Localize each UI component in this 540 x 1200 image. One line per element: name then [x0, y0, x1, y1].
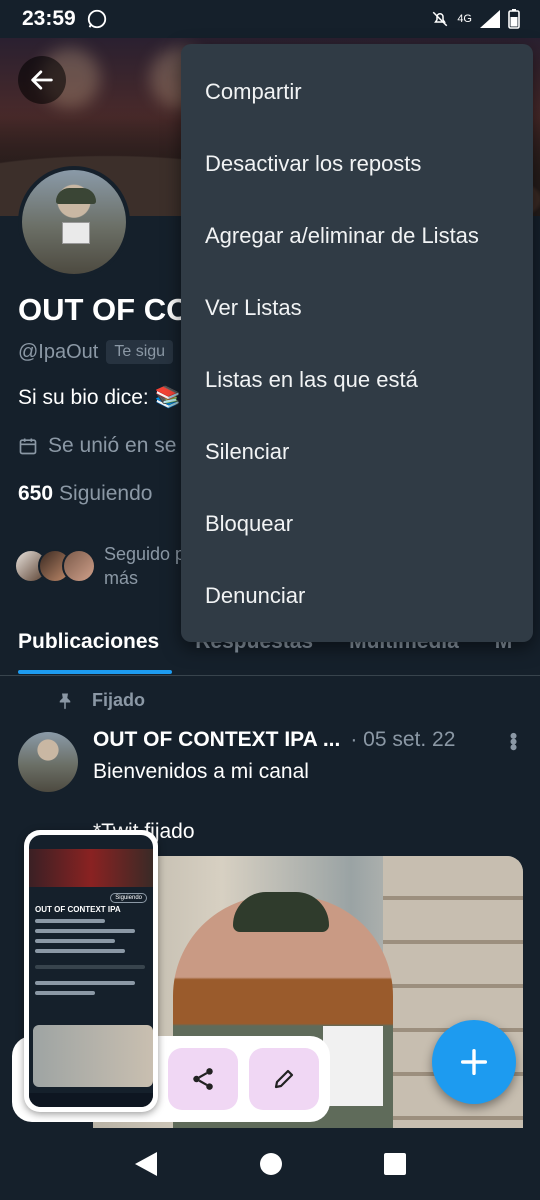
handle-row: @IpaOut Te sigu — [18, 340, 174, 364]
avatar-sign — [62, 222, 90, 244]
status-time: 23:59 — [22, 7, 76, 30]
share-icon — [193, 1068, 213, 1090]
thumbnail-title: OUT OF CONTEXT IPA — [35, 905, 121, 914]
thumbnail-line — [35, 939, 115, 943]
screenshot-thumbnail[interactable]: Siguiendo OUT OF CONTEXT IPA — [24, 830, 158, 1112]
network-type: 4G — [457, 13, 472, 25]
pinned-label: Fijado — [56, 690, 145, 711]
thumbnail-follow-button: Siguiendo — [110, 893, 147, 903]
thumbnail-line — [35, 965, 145, 969]
menu-item-listas-en-las-que-esta[interactable]: Listas en las que está — [181, 344, 533, 416]
overflow-menu: Compartir Desactivar los reposts Agregar… — [181, 44, 533, 642]
menu-item-agregar-listas[interactable]: Agregar a/eliminar de Listas — [181, 200, 533, 272]
mute-bell-icon — [433, 11, 448, 27]
image-sign — [323, 1026, 383, 1106]
more-vertical-icon[interactable]: ••• — [501, 732, 526, 749]
menu-item-bloquear[interactable]: Bloquear — [181, 488, 533, 560]
back-arrow-icon — [31, 70, 53, 90]
profile-bio: Si su bio dice: 📚 — [18, 386, 181, 409]
following-link[interactable]: 650 Siguiendo — [18, 482, 152, 506]
battery-icon — [508, 9, 520, 29]
system-nav-bar — [0, 1128, 540, 1200]
thumbnail-banner — [29, 849, 153, 887]
image-hat — [233, 892, 329, 932]
menu-item-denunciar[interactable]: Denunciar — [181, 560, 533, 632]
tweet-text: Bienvenidos a mi canal — [93, 760, 309, 783]
joined-text: Se unió en se — [48, 434, 177, 457]
thumbnail-photo — [33, 1025, 153, 1087]
tweet-author[interactable]: OUT OF CONTEXT IPA ... — [93, 728, 340, 752]
compose-fab[interactable] — [432, 1020, 516, 1104]
nav-recents-icon[interactable] — [383, 1152, 407, 1176]
thumbnail-line — [35, 949, 125, 953]
following-count: 650 — [18, 482, 54, 505]
calendar-icon — [19, 438, 37, 455]
followed-by-avatars — [14, 549, 96, 583]
menu-item-desactivar-reposts[interactable]: Desactivar los reposts — [181, 128, 533, 200]
following-label: Siguiendo — [59, 482, 153, 505]
whatsapp-icon — [87, 9, 106, 29]
tweet-avatar[interactable] — [18, 732, 78, 792]
thumbnail-nav — [29, 1093, 153, 1107]
edit-icon — [274, 1069, 294, 1089]
plus-icon — [460, 1048, 488, 1076]
thumbnail-content: Siguiendo OUT OF CONTEXT IPA — [29, 835, 153, 1107]
tab-publicaciones[interactable]: Publicaciones — [18, 618, 159, 654]
active-tab-indicator — [18, 670, 172, 674]
thumbnail-line — [35, 981, 135, 985]
tweet-header: OUT OF CONTEXT IPA ... · 05 set. 22 — [93, 728, 523, 752]
avatar — [62, 549, 96, 583]
thumbnail-line — [35, 929, 135, 933]
thumbnail-line — [35, 991, 95, 995]
nav-back-icon[interactable] — [133, 1150, 159, 1178]
profile-name: OUT OF CO — [18, 292, 191, 327]
joined-row: Se unió en se — [18, 434, 176, 458]
profile-avatar[interactable] — [18, 166, 130, 278]
profile-handle: @IpaOut — [18, 340, 99, 363]
menu-item-ver-listas[interactable]: Ver Listas — [181, 272, 533, 344]
signal-icon — [480, 10, 500, 28]
tweet-date: · 05 set. 22 — [350, 728, 456, 751]
status-right: 4G — [431, 9, 520, 29]
pin-icon — [59, 693, 71, 709]
pinned-text: Fijado — [92, 690, 145, 710]
edit-screenshot-button[interactable] — [249, 1048, 319, 1110]
menu-item-compartir[interactable]: Compartir — [181, 56, 533, 128]
avatar-cap — [56, 188, 96, 204]
share-screenshot-button[interactable] — [168, 1048, 238, 1110]
status-left: 23:59 — [22, 7, 108, 31]
back-button[interactable] — [18, 56, 66, 104]
menu-item-silenciar[interactable]: Silenciar — [181, 416, 533, 488]
nav-home-icon[interactable] — [259, 1152, 283, 1176]
thumbnail-line — [35, 919, 105, 923]
follows-you-badge: Te sigu — [106, 340, 174, 364]
status-bar: 23:59 4G — [0, 0, 540, 38]
